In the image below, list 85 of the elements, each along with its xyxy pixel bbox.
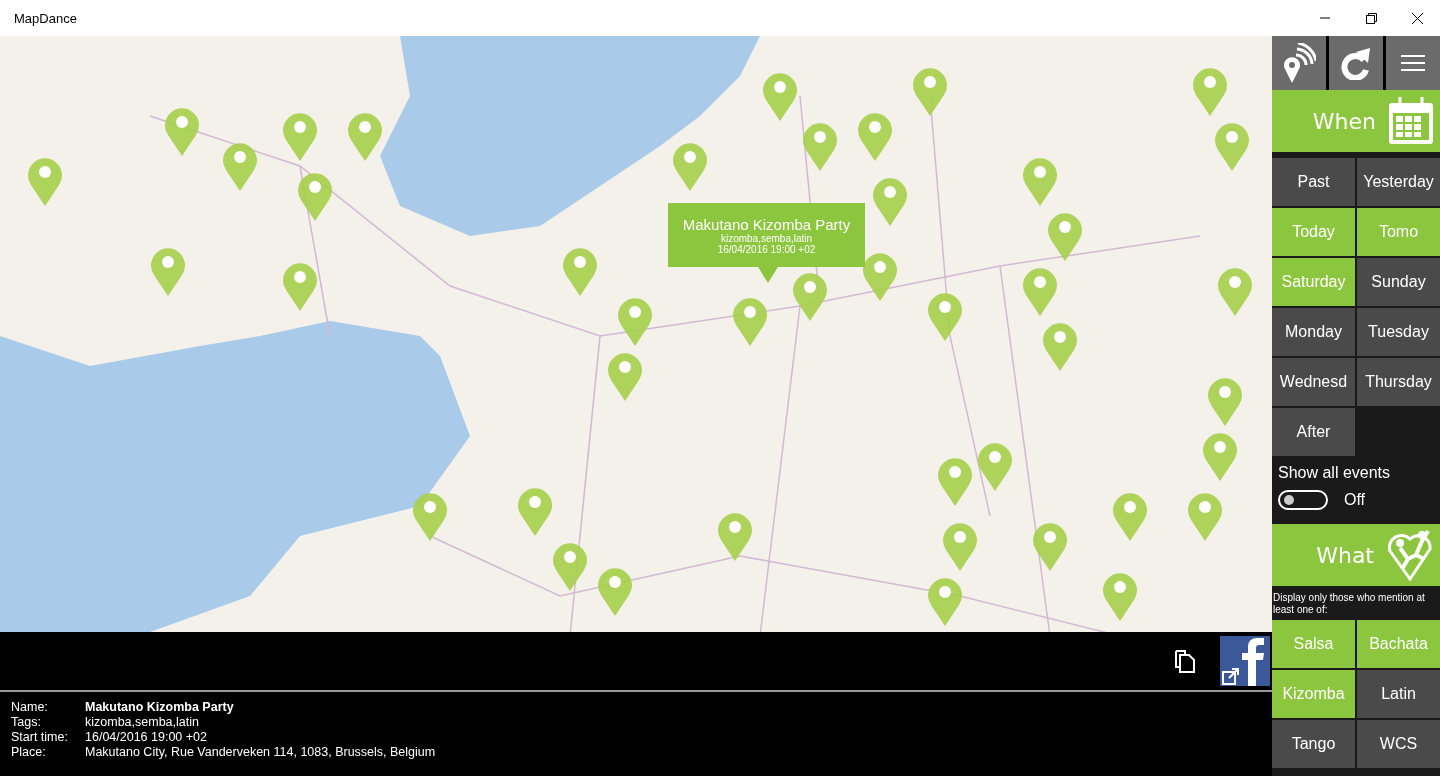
detail-label: Place: <box>11 745 47 759</box>
detail-value: 16/04/2016 19:00 +02 <box>85 730 208 744</box>
refresh-button[interactable] <box>1329 36 1383 90</box>
facebook-share-button[interactable] <box>1220 636 1270 686</box>
detail-label: Start time: <box>11 730 69 744</box>
detail-value: Makutano City, Rue Vanderveken 114, 1083, Brussels, Belgium <box>85 745 437 759</box>
map-pin-icon[interactable] <box>1101 570 1139 622</box>
genre-filter-button[interactable]: Latin <box>1357 670 1440 718</box>
map-pin-icon[interactable] <box>1111 490 1149 542</box>
window-title: MapDance <box>13 10 77 26</box>
detail-value: kizomba,semba,latin <box>85 715 200 729</box>
map-pin-icon[interactable] <box>1206 375 1244 427</box>
map-pin-icon[interactable] <box>163 105 201 157</box>
map-pin-icon[interactable] <box>606 350 644 402</box>
refresh-icon <box>1340 46 1372 80</box>
detail-label: Tags: <box>11 715 42 729</box>
map-pin-icon[interactable] <box>551 540 589 592</box>
map-pin-icon[interactable] <box>861 250 899 302</box>
map-pin-icon[interactable] <box>1191 65 1229 117</box>
map-pin-icon[interactable] <box>926 575 964 627</box>
menu-button[interactable] <box>1386 36 1440 90</box>
location-signal-button[interactable] <box>1272 36 1326 90</box>
show-all-toggle[interactable] <box>1278 490 1328 510</box>
map-pin-icon[interactable] <box>1186 490 1224 542</box>
map-pin-icon[interactable] <box>871 175 909 227</box>
map-pin-icon[interactable] <box>936 455 974 507</box>
toggle-state-text: Off <box>1344 491 1366 509</box>
dancers-icon <box>1386 529 1434 581</box>
genre-filter-button[interactable]: Tango <box>1272 720 1355 768</box>
map-pin-icon[interactable] <box>1021 265 1059 317</box>
map-pin-icon[interactable] <box>221 140 259 192</box>
popup-time: 16/04/2016 19:00 +02 <box>717 243 816 255</box>
detail-value: Makutano Kizomba Party <box>85 700 235 714</box>
map-pin-icon[interactable] <box>616 295 654 347</box>
day-filter-button[interactable]: Sunday <box>1357 258 1440 306</box>
tooltip-pointer <box>758 267 778 283</box>
map-pin-icon[interactable] <box>1041 320 1079 372</box>
map-pin-icon[interactable] <box>411 490 449 542</box>
map-pin-icon[interactable] <box>791 270 829 322</box>
map-pin-icon[interactable] <box>296 170 334 222</box>
map-pin-icon[interactable] <box>516 485 554 537</box>
map-pin-icon[interactable] <box>976 440 1014 492</box>
map-pin-icon[interactable] <box>346 110 384 162</box>
map-pin-icon[interactable] <box>1216 265 1254 317</box>
map-pin-icon[interactable] <box>561 245 599 297</box>
day-filter-button[interactable]: Monday <box>1272 308 1355 356</box>
what-title: What <box>1316 542 1374 568</box>
map-pin-icon[interactable] <box>1021 155 1059 207</box>
show-all-label: Show all events <box>1277 463 1392 483</box>
map-pin-icon[interactable] <box>671 140 709 192</box>
genre-filter-button[interactable]: WCS <box>1357 720 1440 768</box>
day-filter-button[interactable]: After <box>1272 408 1355 456</box>
map-pin-icon[interactable] <box>731 295 769 347</box>
location-signal-icon <box>1282 43 1316 83</box>
copy-icon[interactable] <box>1172 648 1198 674</box>
detail-label: Name: <box>11 700 49 714</box>
day-filter-button[interactable]: Past <box>1272 158 1355 206</box>
map-pin-icon[interactable] <box>281 260 319 312</box>
day-filter-button[interactable]: Tuesday <box>1357 308 1440 356</box>
calendar-icon <box>1388 97 1434 145</box>
menu-icon <box>1401 55 1425 71</box>
map-pin-icon[interactable] <box>856 110 894 162</box>
when-title: When <box>1312 108 1376 134</box>
map-pin-icon[interactable] <box>1201 430 1239 482</box>
map-pin-icon[interactable] <box>1046 210 1084 262</box>
close-icon <box>1411 12 1423 24</box>
map-pin-icon[interactable] <box>281 110 319 162</box>
restore-icon <box>1365 12 1377 24</box>
map-pin-icon[interactable] <box>801 120 839 172</box>
day-filter-button[interactable]: Yesterday <box>1357 158 1440 206</box>
map-pin-icon[interactable] <box>941 520 979 572</box>
map-pin-icon[interactable] <box>596 565 634 617</box>
map-pin-icon[interactable] <box>149 245 187 297</box>
map-pin-icon[interactable] <box>1031 520 1069 572</box>
map-pin-icon[interactable] <box>761 70 799 122</box>
day-filter-button[interactable]: Thursday <box>1357 358 1440 406</box>
genre-filter-hint: Display only those who mention at least one of: <box>1272 591 1426 617</box>
popup-tags: kizomba,semba,latin <box>720 232 813 244</box>
map-pin-icon[interactable] <box>26 155 64 207</box>
map-pin-icon[interactable] <box>1213 120 1251 172</box>
day-filter-button[interactable]: Wednesd <box>1272 358 1355 406</box>
map-pin-icon[interactable] <box>911 65 949 117</box>
popup-title: Makutano Kizomba Party <box>682 215 851 233</box>
map-pin-icon[interactable] <box>926 290 964 342</box>
map-pin-icon[interactable] <box>716 510 754 562</box>
